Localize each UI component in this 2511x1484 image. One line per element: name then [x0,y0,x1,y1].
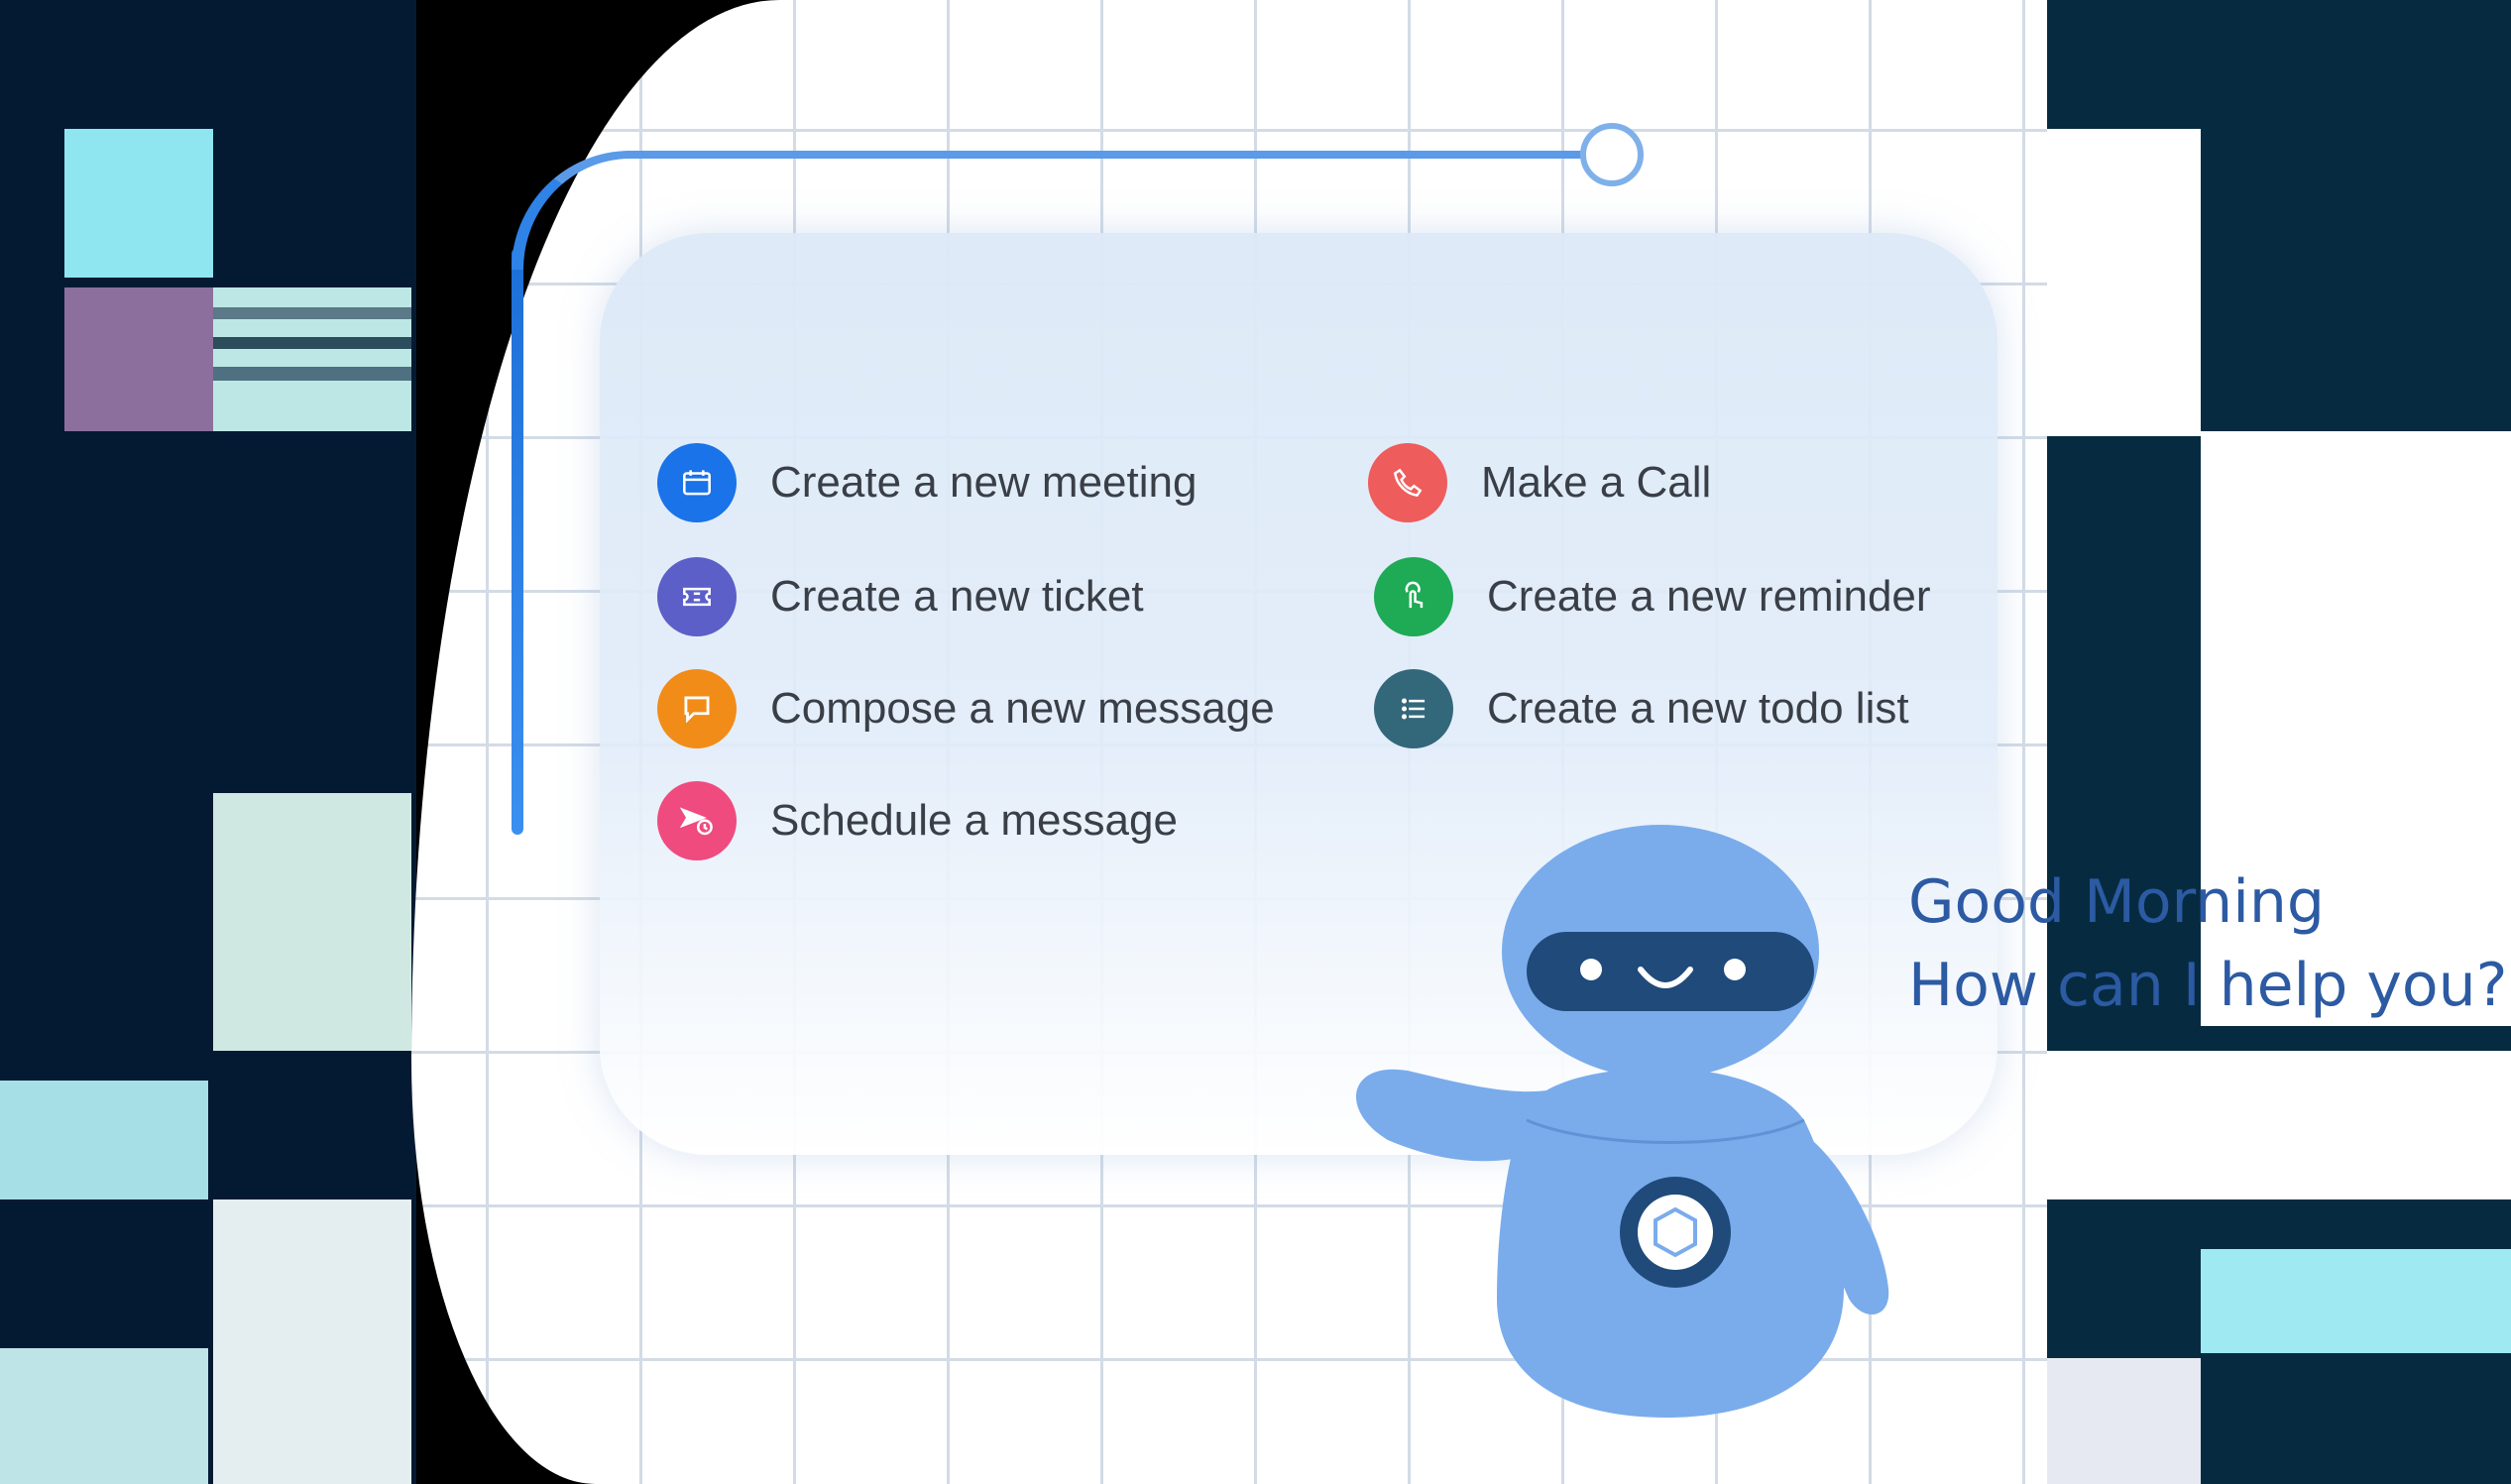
action-label: Create a new ticket [770,572,1144,621]
send-clock-icon [657,781,737,860]
action-label: Create a new reminder [1487,572,1931,621]
greeting-line-2: How can I help you? [1908,951,2508,1020]
action-label: Schedule a message [770,796,1178,845]
action-create-reminder[interactable]: Create a new reminder [1374,557,1931,636]
robot-mascot [1348,823,1903,1418]
action-label: Create a new todo list [1487,684,1909,733]
greeting-line-1: Good Morning [1908,867,2325,937]
action-label: Compose a new message [770,684,1275,733]
action-label: Make a Call [1481,458,1712,507]
greeting-text: Good Morning How can I help you? [1908,860,2511,1027]
chat-bubble-icon [657,669,737,748]
action-label: Create a new meeting [770,458,1198,507]
ticket-icon [657,557,737,636]
action-make-call[interactable]: Make a Call [1368,443,1711,522]
tap-icon [1374,557,1453,636]
list-icon [1374,669,1453,748]
action-create-todo[interactable]: Create a new todo list [1374,669,1909,748]
phone-icon [1368,443,1447,522]
action-compose-message[interactable]: Compose a new message [657,669,1275,748]
action-create-meeting[interactable]: Create a new meeting [657,443,1197,522]
action-create-ticket[interactable]: Create a new ticket [657,557,1144,636]
calendar-icon [657,443,737,522]
action-schedule-message[interactable]: Schedule a message [657,781,1178,860]
connector-node [1580,123,1644,186]
